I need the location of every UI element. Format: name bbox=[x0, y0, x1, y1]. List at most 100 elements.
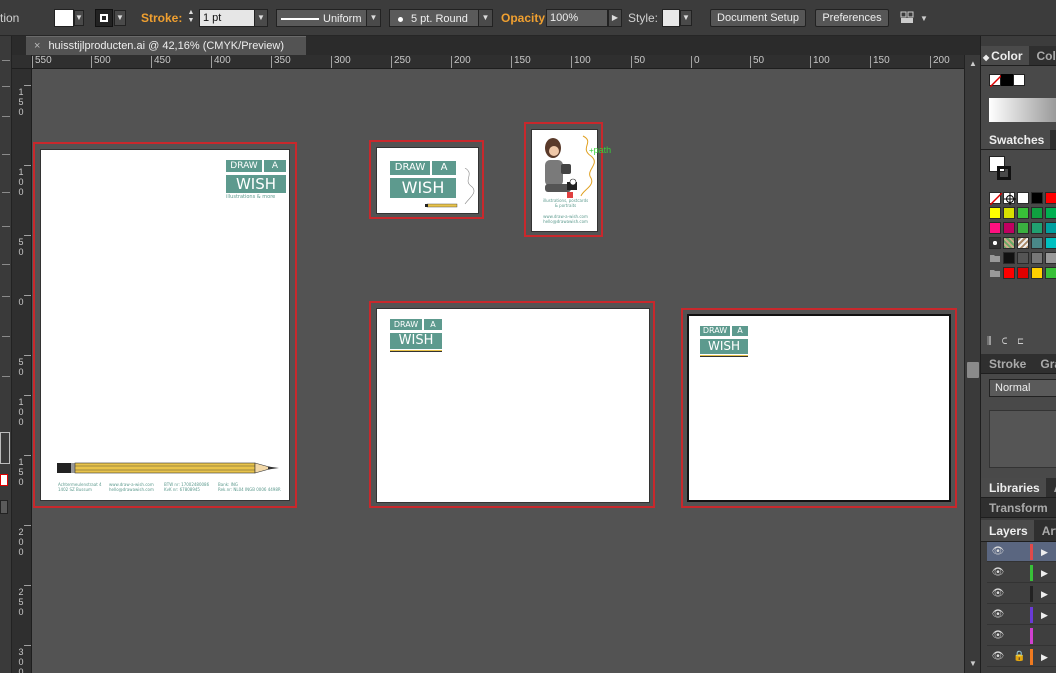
tool-icon[interactable] bbox=[2, 86, 10, 87]
stroke-weight-dropdown-icon[interactable]: ▼ bbox=[254, 9, 268, 27]
expand-arrow-icon[interactable]: ▶ bbox=[1041, 567, 1048, 579]
opacity-arrow-icon[interactable]: ▶ bbox=[608, 9, 622, 27]
layer-row[interactable]: 👁 bbox=[987, 626, 1056, 646]
scroll-down-icon[interactable]: ▼ bbox=[968, 659, 978, 669]
tab-brushes[interactable]: B bbox=[1050, 130, 1056, 149]
color-swatch[interactable] bbox=[1031, 237, 1043, 249]
color-swatch[interactable] bbox=[1003, 222, 1015, 234]
panel-menu-icon[interactable]: ▼ bbox=[920, 10, 928, 28]
visibility-eye-icon[interactable]: 👁 bbox=[991, 567, 1005, 579]
artboard-business-card-front[interactable]: DRAW A WISH bbox=[369, 140, 484, 219]
color-swatch[interactable] bbox=[989, 207, 1001, 219]
color-swatch[interactable] bbox=[1003, 252, 1015, 264]
tab-swatches[interactable]: Swatches bbox=[981, 130, 1051, 149]
expand-arrow-icon[interactable]: ▶ bbox=[1041, 609, 1048, 621]
tab-appearance[interactable]: Ap bbox=[1046, 478, 1056, 497]
horizontal-ruler[interactable]: 550 500 450 400 350 300 250 200 150 100 50 0 50 100 15… bbox=[32, 55, 964, 69]
variable-width-profile[interactable]: Uniform ▼ bbox=[276, 9, 381, 27]
layer-row[interactable]: 👁 ▶ bbox=[987, 584, 1056, 604]
fill-dropdown-icon[interactable]: ▼ bbox=[74, 10, 84, 26]
scroll-up-icon[interactable]: ▲ bbox=[968, 59, 978, 69]
tab-layers[interactable]: Layers bbox=[981, 520, 1034, 541]
tab-libraries[interactable]: Libraries bbox=[981, 478, 1046, 497]
tool-icon[interactable] bbox=[2, 192, 10, 193]
lock-icon[interactable]: 🔒 bbox=[1013, 651, 1025, 663]
visibility-eye-icon[interactable]: 👁 bbox=[991, 588, 1005, 600]
visibility-eye-icon[interactable]: 👁 bbox=[991, 630, 1005, 642]
color-swatch[interactable] bbox=[1003, 267, 1015, 279]
lock-toggle[interactable] bbox=[1013, 567, 1025, 579]
scroll-thumb[interactable] bbox=[967, 362, 979, 378]
opacity-field[interactable]: 100% bbox=[546, 9, 608, 27]
visibility-eye-icon[interactable]: 👁 bbox=[991, 651, 1005, 663]
stroke-swatch[interactable] bbox=[95, 9, 113, 27]
swatch-library-icon[interactable]: ⫼⊂⊏ bbox=[987, 336, 1034, 347]
tool-icon[interactable] bbox=[2, 264, 10, 265]
color-swatch[interactable] bbox=[1045, 267, 1056, 279]
artboard-envelope[interactable]: DRAW A WISH bbox=[369, 301, 655, 508]
tab-color[interactable]: ◆ Color bbox=[981, 46, 1029, 65]
color-swatch[interactable] bbox=[1003, 207, 1015, 219]
stroke-label[interactable]: Stroke: bbox=[141, 9, 182, 27]
tool-icon[interactable] bbox=[2, 154, 10, 155]
folder-icon[interactable] bbox=[989, 267, 1001, 279]
color-swatch[interactable] bbox=[1031, 267, 1043, 279]
document-setup-button[interactable]: Document Setup bbox=[710, 9, 806, 27]
layer-row[interactable]: 👁 🔒 ▶ bbox=[987, 647, 1056, 667]
color-swatch[interactable] bbox=[1045, 192, 1056, 204]
fill-swatch[interactable] bbox=[54, 9, 74, 27]
tab-artboards[interactable]: Artb bbox=[1034, 520, 1056, 541]
tool-icon[interactable] bbox=[2, 116, 10, 117]
expand-arrow-icon[interactable]: ▶ bbox=[1041, 588, 1048, 600]
ruler-origin[interactable] bbox=[12, 55, 32, 69]
pattern-swatch[interactable] bbox=[989, 237, 1001, 249]
tool-icon[interactable] bbox=[2, 226, 10, 227]
tool-icon[interactable] bbox=[2, 376, 10, 377]
layer-row[interactable]: 👁 ▶ bbox=[987, 563, 1056, 583]
lock-toggle[interactable] bbox=[1013, 588, 1025, 600]
color-swatch[interactable] bbox=[1017, 267, 1029, 279]
visibility-eye-icon[interactable]: 👁 bbox=[991, 609, 1005, 621]
black-color-chip[interactable] bbox=[1001, 74, 1013, 86]
opacity-mask-thumbnail[interactable] bbox=[989, 410, 1056, 468]
layer-row[interactable]: 👁 ▶ bbox=[987, 542, 1056, 562]
lock-toggle[interactable] bbox=[1013, 546, 1025, 558]
graphic-style-swatch[interactable] bbox=[662, 9, 680, 27]
document-tab[interactable]: × huisstijlproducten.ai @ 42,16% (CMYK/Pr… bbox=[26, 36, 306, 55]
tab-gradient[interactable]: Grad bbox=[1032, 354, 1056, 373]
color-swatch[interactable] bbox=[1031, 252, 1043, 264]
none-swatch-icon[interactable] bbox=[989, 192, 1003, 206]
color-swatch[interactable] bbox=[1031, 192, 1043, 204]
arrange-documents-icon[interactable] bbox=[900, 11, 914, 24]
visibility-eye-icon[interactable]: 👁 bbox=[991, 546, 1005, 558]
tool-icon[interactable] bbox=[2, 60, 10, 61]
style-dropdown-icon[interactable]: ▼ bbox=[680, 10, 692, 26]
artboard-letterhead[interactable]: DRAW A WISH illustrations & more Achterm… bbox=[33, 142, 297, 508]
tab-transform[interactable]: Transform bbox=[981, 498, 1054, 517]
pattern-swatch[interactable] bbox=[1003, 237, 1015, 249]
tab-color-guide[interactable]: Colo bbox=[1029, 46, 1056, 65]
close-tab-icon[interactable]: × bbox=[34, 40, 40, 52]
expand-arrow-icon[interactable]: ▶ bbox=[1041, 651, 1048, 663]
color-swatch[interactable] bbox=[1031, 207, 1043, 219]
lock-toggle[interactable] bbox=[1013, 609, 1025, 621]
opacity-label[interactable]: Opacity: bbox=[501, 9, 549, 27]
brush-definition[interactable]: 5 pt. Round ▼ bbox=[389, 9, 493, 27]
color-swatch[interactable] bbox=[1031, 222, 1043, 234]
stroke-dropdown-icon[interactable]: ▼ bbox=[114, 10, 126, 26]
fill-stroke-proxy-icon[interactable] bbox=[0, 432, 10, 464]
artboard-business-card-back[interactable]: illustrations, postcards & portraits www… bbox=[524, 122, 611, 237]
stroke-proxy[interactable] bbox=[997, 166, 1011, 180]
color-spectrum[interactable] bbox=[989, 98, 1056, 122]
stroke-stepper-icon[interactable]: ▲ ▼ bbox=[184, 9, 198, 27]
none-swatch-icon[interactable] bbox=[0, 474, 8, 486]
tab-stroke[interactable]: Stroke bbox=[981, 354, 1032, 373]
color-swatch[interactable] bbox=[1017, 192, 1029, 204]
preferences-button[interactable]: Preferences bbox=[815, 9, 889, 27]
color-swatch[interactable] bbox=[1045, 237, 1056, 249]
blend-mode-dropdown[interactable]: Normal bbox=[989, 379, 1056, 397]
vertical-scrollbar[interactable]: ▲ ▼ bbox=[964, 55, 980, 673]
folder-icon[interactable] bbox=[989, 252, 1001, 264]
artboard-compliment-card[interactable]: DRAW A WISH bbox=[681, 308, 957, 508]
color-swatch[interactable] bbox=[1017, 207, 1029, 219]
